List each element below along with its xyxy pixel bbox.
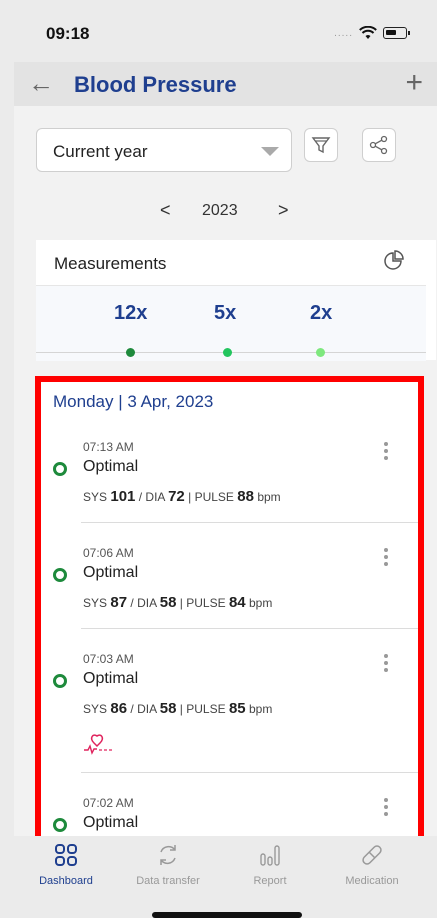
more-options-icon[interactable] xyxy=(384,654,388,672)
share-icon xyxy=(369,135,388,155)
wifi-icon xyxy=(359,26,377,39)
tab-data-transfer[interactable]: Data transfer xyxy=(118,842,218,887)
back-arrow-icon[interactable]: ← xyxy=(28,68,54,99)
nav-bar: ← Blood Pressure + xyxy=(14,62,437,106)
entry-time: 07:02 AM xyxy=(83,796,134,810)
tab-label: Dashboard xyxy=(39,875,93,887)
measurements-title: Measurements xyxy=(54,254,167,273)
entry-status: Optimal xyxy=(83,564,139,581)
add-icon[interactable]: + xyxy=(405,66,423,100)
optimal-status-icon xyxy=(53,674,67,688)
day-header: Monday | 3 Apr, 2023 xyxy=(53,392,214,411)
battery-icon xyxy=(383,27,410,39)
filter-icon xyxy=(311,137,331,154)
measurement-counts: 12x 5x 2x xyxy=(36,286,426,361)
page-title: Blood Pressure xyxy=(74,72,237,97)
dropdown-caret-icon xyxy=(261,147,279,156)
count-high-normal: 2x xyxy=(310,302,333,324)
divider xyxy=(81,772,418,773)
list-item[interactable]: 07:06 AM Optimal SYS 87 / DIA 58 | PULSE… xyxy=(41,546,418,652)
divider xyxy=(81,522,418,523)
tab-medication[interactable]: Medication xyxy=(322,842,422,887)
next-year-button[interactable]: > xyxy=(278,200,289,221)
pie-chart-icon[interactable] xyxy=(382,248,406,272)
entry-time: 07:13 AM xyxy=(83,440,134,454)
dashboard-icon xyxy=(55,844,77,866)
entry-time: 07:03 AM xyxy=(83,652,134,666)
status-bar: 09:18 ..... xyxy=(0,0,437,62)
period-select-value: Current year xyxy=(53,142,148,161)
report-icon xyxy=(260,845,280,866)
entry-values: SYS 101 / DIA 72 | PULSE 88 bpm xyxy=(83,488,281,505)
tab-label: Data transfer xyxy=(136,875,200,887)
entry-status: Optimal xyxy=(83,670,139,687)
pill-icon xyxy=(362,845,382,865)
divider xyxy=(81,628,418,629)
entry-time: 07:06 AM xyxy=(83,546,134,560)
measurement-list: Monday | 3 Apr, 2023 07:13 AM Optimal SY… xyxy=(35,376,424,842)
sync-icon xyxy=(160,845,176,865)
year-navigator: < 2023 > xyxy=(154,200,314,224)
signal-icon: ..... xyxy=(334,27,353,39)
filter-button[interactable] xyxy=(304,128,338,162)
optimal-status-icon xyxy=(53,568,67,582)
measurements-card: Measurements 12x 5x 2x xyxy=(36,240,436,361)
normal-dot xyxy=(223,348,232,357)
more-options-icon[interactable] xyxy=(384,798,388,816)
status-icons: ..... xyxy=(334,26,410,40)
period-select[interactable]: Current year xyxy=(36,128,292,172)
status-time: 09:18 xyxy=(46,24,90,43)
tab-bar: Dashboard Data transfer Report Medicatio… xyxy=(0,836,437,918)
entry-values: SYS 86 / DIA 58 | PULSE 85 bpm xyxy=(83,700,273,717)
entry-values: SYS 87 / DIA 58 | PULSE 84 bpm xyxy=(83,594,273,611)
high-normal-dot xyxy=(316,348,325,357)
more-options-icon[interactable] xyxy=(384,442,388,460)
entry-status: Optimal xyxy=(83,458,139,475)
entry-status: Optimal xyxy=(83,814,139,831)
year-label: 2023 xyxy=(202,202,238,219)
home-indicator xyxy=(152,912,302,918)
optimal-status-icon xyxy=(53,462,67,476)
list-item[interactable]: 07:13 AM Optimal SYS 101 / DIA 72 | PULS… xyxy=(41,440,418,546)
previous-year-button[interactable]: < xyxy=(160,200,171,221)
more-options-icon[interactable] xyxy=(384,548,388,566)
tab-label: Medication xyxy=(345,875,399,887)
optimal-dot xyxy=(126,348,135,357)
tab-dashboard[interactable]: Dashboard xyxy=(16,842,116,887)
count-normal: 5x xyxy=(214,302,237,324)
optimal-status-icon xyxy=(53,818,67,832)
list-item[interactable]: 07:03 AM Optimal SYS 86 / DIA 58 | PULSE… xyxy=(41,652,418,796)
measurements-header: Measurements xyxy=(36,240,426,286)
tab-label: Report xyxy=(253,875,287,887)
tab-report[interactable]: Report xyxy=(220,842,320,887)
heartbeat-icon xyxy=(84,734,112,755)
count-optimal: 12x xyxy=(114,302,148,324)
share-button[interactable] xyxy=(362,128,396,162)
